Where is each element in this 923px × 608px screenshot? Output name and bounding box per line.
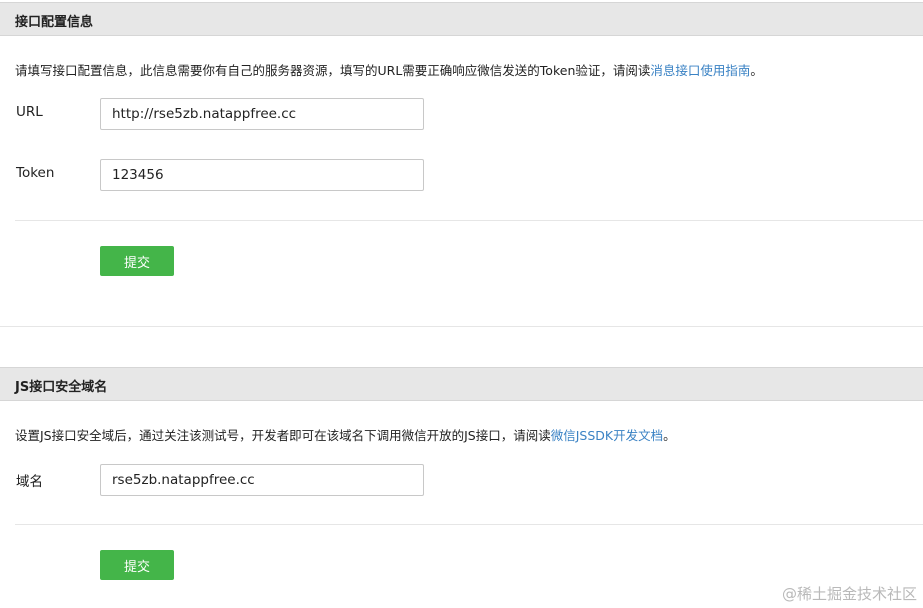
interface-config-divider [15, 220, 923, 221]
url-input[interactable] [100, 98, 424, 130]
js-config-submit-button[interactable]: 提交 [100, 550, 174, 580]
section-divider [0, 326, 923, 327]
interface-config-description: 请填写接口配置信息，此信息需要你有自己的服务器资源，填写的URL需要正确响应微信… [15, 60, 763, 79]
interface-config-title: 接口配置信息 [15, 15, 94, 30]
interface-config-submit-button[interactable]: 提交 [100, 246, 174, 276]
message-api-guide-link[interactable]: 消息接口使用指南 [650, 63, 750, 78]
interface-config-desc-end: 。 [750, 63, 763, 78]
js-config-divider [15, 524, 923, 525]
token-input[interactable] [100, 159, 424, 191]
js-config-desc-text: 设置JS接口安全域后，通过关注该测试号，开发者即可在该域名下调用微信开放的JS接… [15, 428, 551, 443]
url-label: URL [16, 104, 43, 120]
js-config-description: 设置JS接口安全域后，通过关注该测试号，开发者即可在该域名下调用微信开放的JS接… [15, 425, 676, 444]
watermark: @稀土掘金技术社区 [781, 585, 917, 603]
domain-input[interactable] [100, 464, 424, 496]
token-label: Token [16, 165, 55, 181]
js-config-title: JS接口安全域名 [15, 380, 108, 395]
js-config-desc-end: 。 [663, 428, 676, 443]
domain-label: 域名 [16, 474, 43, 490]
interface-config-desc-text: 请填写接口配置信息，此信息需要你有自己的服务器资源，填写的URL需要正确响应微信… [15, 63, 651, 78]
js-config-header: JS接口安全域名 [0, 367, 923, 401]
jssdk-docs-link[interactable]: 微信JSSDK开发文档 [551, 428, 663, 443]
interface-config-header: 接口配置信息 [0, 2, 923, 36]
